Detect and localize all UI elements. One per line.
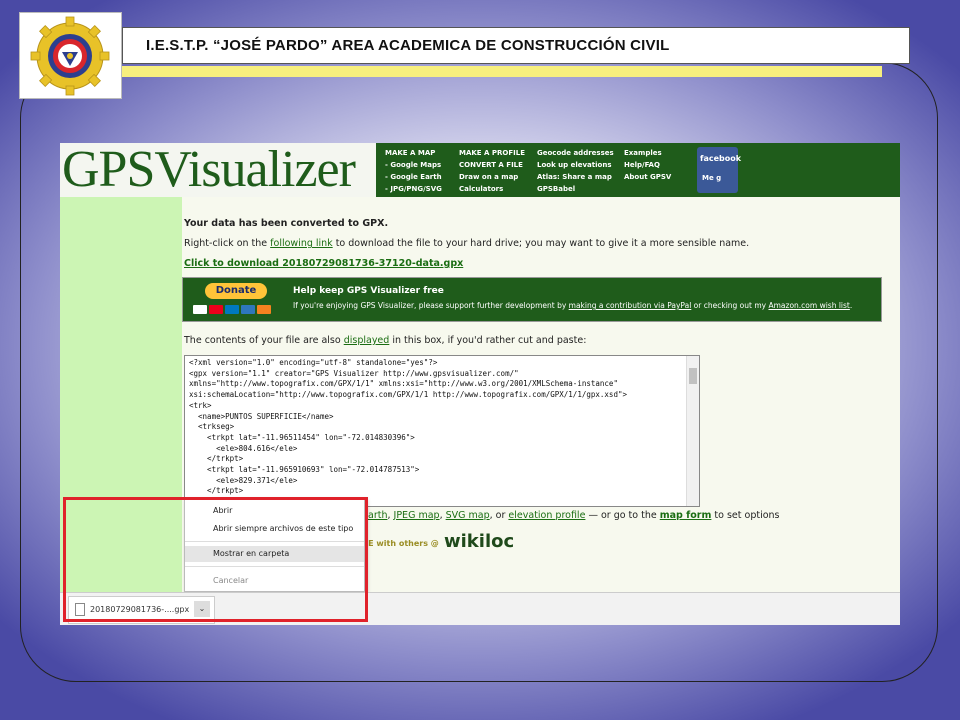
download-link[interactable]: Click to download 20180729081736-37120-d… [184, 258, 463, 269]
nav-link[interactable]: Help/FAQ [624, 159, 671, 171]
following-link[interactable]: following link [270, 238, 333, 249]
nav-link[interactable]: Geocode addresses [537, 147, 614, 159]
gps-header: GPSVisualizer MAKE A MAP - Google Maps -… [60, 143, 900, 198]
nav-link[interactable]: - Google Earth [385, 171, 442, 183]
donate-title: Help keep GPS Visualizer free [293, 286, 444, 296]
map-form-link[interactable]: map form [660, 510, 712, 521]
nav-link[interactable]: GPSBabel [537, 183, 614, 195]
donate-text: If you're enjoying GPS Visualizer, pleas… [293, 301, 853, 310]
nav-link[interactable]: - Google Maps [385, 159, 442, 171]
slide-title: I.E.S.T.P. “JOSÉ PARDO” AREA ACADEMICA D… [146, 37, 670, 54]
nav-link[interactable]: Calculators [459, 183, 525, 195]
nav-link[interactable]: Atlas: Share a map [537, 171, 614, 183]
wikiloc-share-text[interactable]: RE with others @ [362, 539, 439, 548]
nav-link[interactable]: - JPG/PNG/SVG [385, 183, 442, 195]
nav-column-help: Examples Help/FAQ About GPSV [624, 147, 671, 183]
donate-button[interactable]: Donate [205, 283, 267, 299]
nav-link[interactable]: Draw on a map [459, 171, 525, 183]
nav-column-map: MAKE A MAP - Google Maps - Google Earth … [385, 147, 442, 195]
nav-link[interactable]: About GPSV [624, 171, 671, 183]
donate-banner: Donate Help keep GPS Visualizer free If … [182, 277, 882, 322]
payment-cards-icon [193, 305, 273, 317]
rightclick-instructions: Right-click on the following link to dow… [184, 238, 750, 249]
nav-link[interactable]: MAKE A PROFILE [459, 147, 525, 159]
nav-link[interactable]: Look up elevations [537, 159, 614, 171]
map-options-line: Earth, JPEG map, SVG map, or elevation p… [362, 510, 780, 521]
textarea-scrollbar[interactable] [686, 356, 699, 506]
scrollbar-thumb[interactable] [689, 368, 697, 384]
facebook-like-button[interactable]: facebook Me g [697, 147, 742, 193]
nav-link[interactable]: Examples [624, 147, 671, 159]
gpx-content: <?xml version="1.0" encoding="utf-8" sta… [189, 358, 627, 496]
red-highlight-box [63, 497, 368, 622]
gps-logo[interactable]: GPSVisualizer [60, 143, 376, 198]
nav-link[interactable]: MAKE A MAP [385, 147, 442, 159]
facebook-label: facebook [700, 154, 742, 163]
wishlist-link[interactable]: Amazon.com wish list [768, 301, 849, 310]
jpeg-map-link[interactable]: JPEG map [394, 510, 440, 521]
paypal-link[interactable]: making a contribution via PayPal [569, 301, 692, 310]
nav-column-geocode: Geocode addresses Look up elevations Atl… [537, 147, 614, 195]
header-accent-stripe [122, 66, 882, 77]
contents-instructions: The contents of your file are also displ… [184, 335, 587, 346]
elevation-profile-link[interactable]: elevation profile [508, 510, 585, 521]
nav-link[interactable]: CONVERT A FILE [459, 159, 525, 171]
converted-message: Your data has been converted to GPX. [184, 218, 389, 229]
facebook-like-label: Me g [702, 174, 722, 182]
wikiloc-logo[interactable]: wikiloc [444, 531, 514, 552]
nav-column-profile: MAKE A PROFILE CONVERT A FILE Draw on a … [459, 147, 525, 195]
svg-map-link[interactable]: SVG map [446, 510, 490, 521]
displayed-link[interactable]: displayed [344, 335, 390, 346]
gpx-textarea[interactable]: <?xml version="1.0" encoding="utf-8" sta… [184, 355, 700, 507]
institution-logo [19, 12, 122, 99]
gear-emblem-icon [30, 16, 110, 96]
